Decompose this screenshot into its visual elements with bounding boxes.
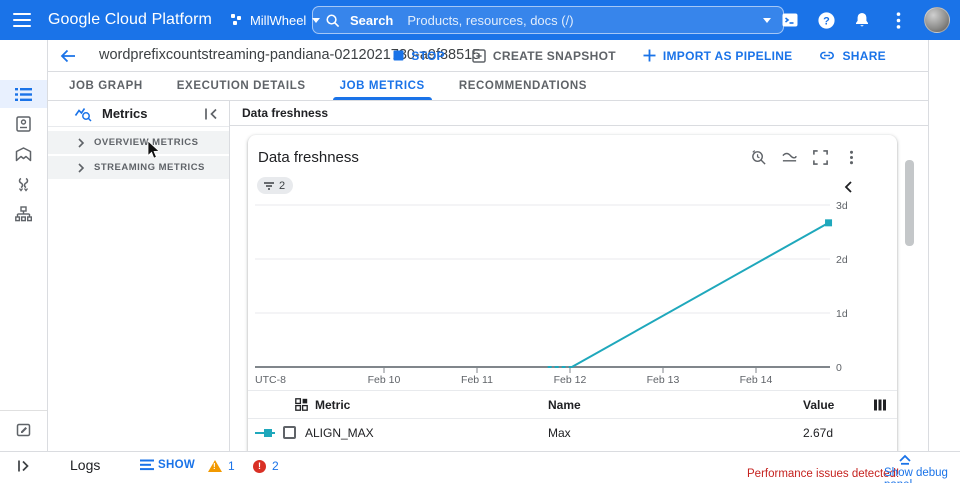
back-arrow-icon[interactable] [59,47,77,65]
tab-job-graph[interactable]: JOB GRAPH [52,72,160,100]
filter-chip[interactable]: 2 [257,177,293,194]
more-vert-icon[interactable] [888,10,908,30]
rail-feedback-icon[interactable] [0,415,47,443]
notifications-icon[interactable] [852,10,872,30]
series-checkbox[interactable] [283,426,296,439]
svg-text:Feb 11: Feb 11 [461,374,493,386]
section-overview-metrics[interactable]: OVERVIEW METRICS [48,131,229,154]
search-label: Search [350,13,393,28]
job-tabs: JOB GRAPH EXECUTION DETAILS JOB METRICS … [48,72,928,101]
rail-pipelines-icon[interactable] [0,170,47,198]
search-placeholder: Products, resources, docs (/) [407,13,573,28]
help-icon[interactable]: ? [816,10,836,30]
plus-icon [643,49,656,62]
content-header-bar: Data freshness [230,101,928,126]
svg-text:UTC-8: UTC-8 [255,374,286,386]
legend-table-header: Metric Name Value [248,390,897,418]
rail-divider [0,410,47,411]
fullscreen-icon[interactable] [812,149,829,166]
show-debug-panel-link[interactable]: Show debug panel [884,467,960,483]
stop-icon [393,50,404,61]
top-app-bar: Google Cloud Platform MillWheel Search P… [0,0,960,40]
search-input[interactable]: Search Products, resources, docs (/) [312,6,784,34]
svg-text:Feb 10: Feb 10 [368,374,401,386]
metrics-panel-title: Metrics [102,106,148,121]
create-snapshot-button[interactable]: CREATE SNAPSHOT [472,49,616,63]
chevron-right-icon [76,163,86,173]
content-breadcrumb: Data freshness [242,106,328,120]
svg-text:2d: 2d [836,254,848,266]
vertical-scrollbar[interactable] [905,160,914,246]
tab-execution-details[interactable]: EXECUTION DETAILS [160,72,323,100]
debug-chevron-up-icon[interactable] [898,454,912,465]
chevron-right-icon [76,138,86,148]
rail-snapshots-icon[interactable] [0,140,47,168]
logs-title: Logs [70,457,100,473]
search-chevron-down-icon[interactable] [763,18,771,23]
show-logs-button[interactable]: SHOW [140,459,195,471]
name-cell: Max [548,426,803,440]
error-icon: ! [253,460,266,473]
table-row: ALIGN_MAX Max 2.67d [248,418,897,446]
hamburger-menu-icon[interactable] [0,0,44,40]
tab-job-metrics[interactable]: JOB METRICS [323,72,442,100]
filter-count: 2 [279,180,285,192]
col-value: Value [803,398,867,412]
rail-resources-icon[interactable] [0,200,47,228]
link-icon [819,49,835,62]
metrics-icon [74,105,92,123]
svg-text:1d: 1d [836,308,848,320]
svg-text:Feb 13: Feb 13 [647,374,680,386]
col-name: Name [548,398,803,412]
svg-text:Feb 14: Feb 14 [740,374,773,386]
chart-toolbar [750,149,860,166]
snapshot-icon [472,49,486,63]
error-count[interactable]: ! 2 [253,459,279,473]
filter-icon [263,181,275,191]
warning-count[interactable]: 1 [208,459,235,473]
smoothing-icon[interactable] [781,149,798,166]
value-cell: 2.67d [803,426,867,440]
performance-warning-text: Performance issues detected! [747,468,899,480]
svg-text:0: 0 [836,362,842,374]
project-selector-icon [230,13,244,27]
product-logo[interactable]: Google Cloud Platform [48,11,212,29]
svg-text:3d: 3d [836,200,848,212]
collapse-left-panel-icon[interactable] [203,106,219,122]
metrics-side-panel: Metrics OVERVIEW METRICS STREAMING METRI… [48,101,230,451]
tab-recommendations[interactable]: RECOMMENDATIONS [442,72,604,100]
section-streaming-metrics[interactable]: STREAMING METRICS [48,156,229,179]
search-icon [325,13,340,28]
metric-cell: ALIGN_MAX [305,426,374,440]
chart-more-options-icon[interactable] [843,149,860,166]
share-button[interactable]: SHARE [819,49,886,63]
chart-title: Data freshness [258,149,359,166]
col-metric: Metric [315,398,350,412]
rail-jobs-icon[interactable] [0,80,47,108]
zoom-reset-icon[interactable] [750,149,767,166]
avatar[interactable] [924,7,950,33]
cloud-shell-icon[interactable] [780,10,800,30]
stop-button[interactable]: STOP [393,49,445,63]
warning-icon [208,460,222,472]
data-freshness-card: Data freshness 2 Feb 10 Feb 11 Feb 12 Feb 1… [248,135,897,451]
metrics-panel-header: Metrics [48,101,229,127]
screen: Google Cloud Platform MillWheel Search P… [0,0,960,483]
job-actions: STOP CREATE SNAPSHOT IMPORT AS PIPELINE … [393,40,886,71]
column-settings-icon[interactable] [873,398,887,412]
collapsed-right-panel [928,40,960,451]
import-as-pipeline-button[interactable]: IMPORT AS PIPELINE [643,49,793,63]
svg-text:?: ? [823,15,830,27]
legend-collapse-icon[interactable] [843,181,855,193]
svg-text:Feb 12: Feb 12 [554,374,587,386]
rail-notebooks-icon[interactable] [0,110,47,138]
expand-logs-panel-icon[interactable] [16,458,32,474]
show-logs-icon [140,459,154,471]
project-selector[interactable]: MillWheel [230,13,320,28]
project-name: MillWheel [250,13,306,28]
chart-legend-table: Metric Name Value ALIGN_MAX Max 2.67d [248,390,897,446]
series-swatch [255,428,275,438]
metric-grid-icon[interactable] [295,398,308,411]
